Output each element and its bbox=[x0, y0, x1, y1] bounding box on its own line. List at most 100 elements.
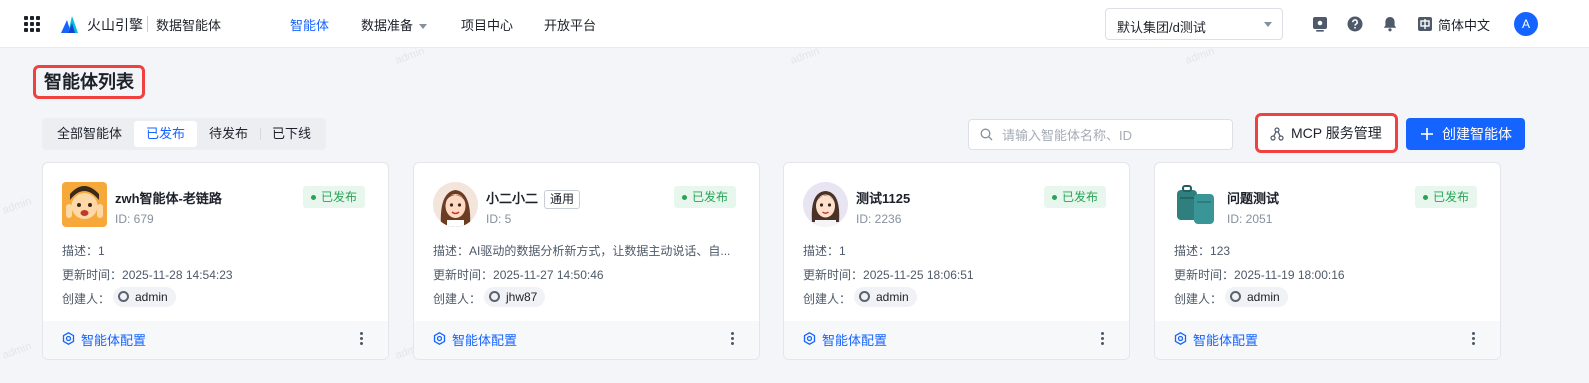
agent-avatar bbox=[433, 182, 478, 227]
search-box bbox=[968, 119, 1233, 150]
more-options-icon[interactable] bbox=[1101, 332, 1105, 346]
creator-name: admin bbox=[1247, 290, 1280, 304]
updated-value: 2025-11-19 18:00:16 bbox=[1234, 268, 1345, 282]
nav-data-prep[interactable]: 数据准备 bbox=[361, 15, 428, 34]
status-badge: 已发布 bbox=[1414, 186, 1477, 208]
description-label: 描述： bbox=[1174, 244, 1211, 258]
agent-type-tag: 通用 bbox=[544, 190, 581, 210]
user-icon bbox=[489, 291, 500, 302]
user-icon bbox=[118, 291, 129, 302]
gear-icon bbox=[62, 332, 75, 345]
agent-name[interactable]: 问题测试 bbox=[1227, 188, 1279, 207]
description-value: 1 bbox=[98, 244, 105, 258]
agent-description: 描述：AI驱动的数据分析新方式，让数据主动说话、自... bbox=[433, 242, 730, 259]
mcp-icon bbox=[1270, 127, 1284, 141]
creator-name: admin bbox=[135, 290, 168, 304]
agent-card[interactable]: 小二小二 通用 ID: 5 已发布 描述：AI驱动的数据分析新方式，让数据主动说话… bbox=[413, 162, 760, 360]
brand-name[interactable]: 火山引擎 bbox=[87, 15, 143, 35]
more-options-icon[interactable] bbox=[731, 332, 735, 346]
plus-icon bbox=[1421, 128, 1433, 140]
nav-project-center[interactable]: 项目中心 bbox=[461, 15, 513, 34]
agent-config-label: 智能体配置 bbox=[452, 333, 518, 348]
language-switcher[interactable]: 简体中文 bbox=[1438, 15, 1490, 34]
agent-updated-time: 更新时间：2025-11-19 18:00:16 bbox=[1174, 266, 1345, 283]
card-footer: 智能体配置 bbox=[414, 321, 759, 359]
agent-card[interactable]: 问题测试 ID: 2051 已发布 描述：123 更新时间：2025-11-19… bbox=[1154, 162, 1501, 360]
updated-value: 2025-11-28 14:54:23 bbox=[122, 268, 233, 282]
help-icon[interactable] bbox=[1346, 15, 1364, 33]
creator-name: jhw87 bbox=[506, 290, 538, 304]
chevron-down-icon bbox=[1264, 22, 1272, 27]
watermark: admin bbox=[0, 195, 34, 217]
agent-name[interactable]: 测试1125 bbox=[856, 188, 910, 207]
agent-id: ID: 2236 bbox=[856, 212, 902, 226]
more-options-icon[interactable] bbox=[360, 332, 364, 346]
nav-open-platform[interactable]: 开放平台 bbox=[544, 15, 596, 34]
description-value: 123 bbox=[1210, 244, 1231, 258]
agent-config-link[interactable]: 智能体配置 bbox=[1174, 330, 1258, 349]
tab-offline[interactable]: 已下线 bbox=[260, 121, 323, 147]
creator-name: admin bbox=[876, 290, 909, 304]
agent-card[interactable]: 测试1125 ID: 2236 已发布 描述：1 更新时间：2025-11-25… bbox=[783, 162, 1130, 360]
search-icon bbox=[980, 128, 993, 141]
agent-name[interactable]: zwh智能体-老链路 bbox=[115, 188, 222, 207]
product-name: 数据智能体 bbox=[156, 18, 222, 33]
agent-name[interactable]: 小二小二 通用 bbox=[486, 188, 581, 210]
description-value: AI驱动的数据分析新方式，让数据主动说话、自... bbox=[469, 244, 731, 258]
volcano-logo-icon[interactable] bbox=[60, 14, 80, 34]
creator-chip: admin bbox=[854, 287, 917, 307]
search-input[interactable] bbox=[1002, 126, 1222, 144]
tab-pending[interactable]: 待发布 bbox=[197, 121, 260, 147]
updated-label: 更新时间： bbox=[62, 268, 123, 282]
agent-id: ID: 2051 bbox=[1227, 212, 1273, 226]
creator-chip: jhw87 bbox=[484, 287, 546, 307]
watermark: admin bbox=[393, 45, 427, 67]
organization-select[interactable]: 默认集团/d测试 bbox=[1105, 8, 1283, 40]
agent-updated-time: 更新时间：2025-11-25 18:06:51 bbox=[803, 266, 974, 283]
status-badge: 已发布 bbox=[673, 186, 736, 208]
tab-published[interactable]: 已发布 bbox=[134, 121, 198, 147]
description-value: 1 bbox=[839, 244, 846, 258]
card-footer: 智能体配置 bbox=[43, 321, 388, 359]
gear-icon bbox=[1174, 332, 1187, 345]
bell-icon[interactable] bbox=[1381, 15, 1399, 33]
translate-icon[interactable] bbox=[1417, 16, 1433, 32]
agent-card[interactable]: zwh智能体-老链路 ID: 679 已发布 描述：1 更新时间：2025-11… bbox=[42, 162, 389, 360]
card-footer: 智能体配置 bbox=[1155, 321, 1500, 359]
agent-config-label: 智能体配置 bbox=[1193, 333, 1259, 348]
status-badge: 已发布 bbox=[1043, 186, 1106, 208]
apps-grid-icon[interactable] bbox=[24, 16, 40, 32]
updated-label: 更新时间： bbox=[433, 268, 494, 282]
mcp-service-button[interactable]: MCP 服务管理 bbox=[1255, 113, 1398, 153]
user-avatar[interactable]: A bbox=[1514, 12, 1538, 36]
nav-data-prep-label: 数据准备 bbox=[361, 18, 414, 33]
agent-id: ID: 5 bbox=[486, 212, 512, 226]
agent-avatar bbox=[1174, 182, 1219, 227]
creator-chip: admin bbox=[113, 287, 176, 307]
nav-agents[interactable]: 智能体 bbox=[290, 15, 329, 34]
more-options-icon[interactable] bbox=[1472, 332, 1476, 346]
creator-label: 创建人： bbox=[433, 292, 482, 306]
agent-avatar bbox=[803, 182, 848, 227]
screen-icon[interactable] bbox=[1311, 15, 1329, 33]
agent-name-text: 问题测试 bbox=[1227, 191, 1280, 206]
top-navigation-bar: 火山引擎 数据智能体 智能体 数据准备 项目中心 开放平台 默认集团/d测试 简… bbox=[0, 0, 1589, 48]
agent-config-link[interactable]: 智能体配置 bbox=[803, 330, 887, 349]
tab-all-agents[interactable]: 全部智能体 bbox=[45, 121, 134, 147]
updated-value: 2025-11-25 18:06:51 bbox=[863, 268, 974, 282]
agent-config-link[interactable]: 智能体配置 bbox=[62, 330, 146, 349]
card-footer: 智能体配置 bbox=[784, 321, 1129, 359]
agent-updated-time: 更新时间：2025-11-27 14:50:46 bbox=[433, 266, 604, 283]
chevron-down-icon bbox=[419, 24, 428, 30]
updated-value: 2025-11-27 14:50:46 bbox=[493, 268, 604, 282]
agent-config-link[interactable]: 智能体配置 bbox=[433, 330, 517, 349]
description-label: 描述： bbox=[433, 244, 470, 258]
updated-label: 更新时间： bbox=[803, 268, 864, 282]
watermark: admin bbox=[788, 45, 822, 67]
watermark: admin bbox=[0, 340, 34, 362]
create-agent-button[interactable]: 创建智能体 bbox=[1406, 118, 1525, 150]
organization-select-value: 默认集团/d测试 bbox=[1117, 20, 1206, 35]
agent-config-label: 智能体配置 bbox=[81, 333, 147, 348]
user-icon bbox=[859, 291, 870, 302]
mcp-service-button-label: MCP 服务管理 bbox=[1291, 125, 1382, 141]
